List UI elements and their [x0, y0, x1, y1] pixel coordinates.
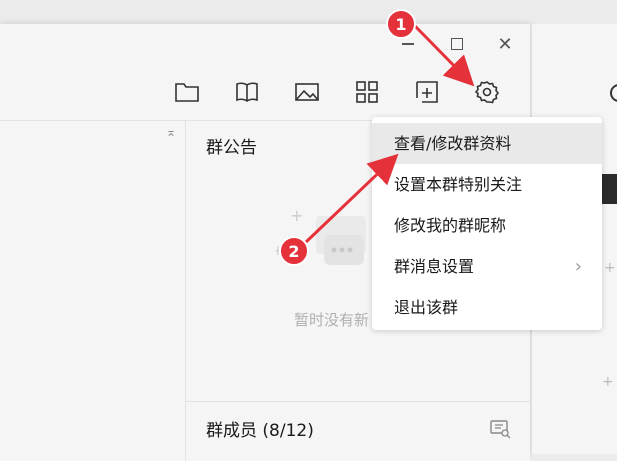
members-search-icon[interactable]	[490, 419, 512, 439]
add-button[interactable]	[413, 78, 441, 106]
menu-item-label: 设置本群特别关注	[394, 175, 523, 194]
menu-item-edit-nickname[interactable]: 修改我的群昵称	[372, 205, 602, 246]
folder-icon	[175, 83, 199, 102]
group-notice-title: 群公告	[206, 138, 257, 158]
annotation-badge-1: 1	[386, 9, 416, 39]
image-button[interactable]	[293, 78, 321, 106]
group-members-title: 群成员 (8/12)	[206, 421, 314, 441]
folder-button[interactable]	[173, 78, 201, 106]
minimize-icon	[402, 43, 414, 45]
collapse-icon[interactable]: ⌅	[166, 125, 176, 139]
menu-item-view-edit-group-info[interactable]: 查看/修改群资料	[372, 123, 602, 164]
menu-item-special-follow[interactable]: 设置本群特别关注	[372, 164, 602, 205]
dark-strip	[602, 174, 617, 204]
partial-gear-icon	[610, 84, 617, 102]
group-context-menu: 查看/修改群资料 设置本群特别关注 修改我的群昵称 群消息设置 › 退出该群	[372, 117, 602, 330]
plus-icon: +	[604, 260, 616, 276]
close-button[interactable]: ✕	[495, 33, 515, 55]
image-icon	[295, 83, 319, 101]
book-icon	[236, 82, 258, 102]
plus-icon: +	[602, 374, 614, 390]
menu-item-label: 群消息设置	[394, 257, 475, 276]
menu-item-label: 修改我的群昵称	[394, 216, 507, 235]
close-icon: ✕	[497, 33, 513, 55]
grid-apps-icon	[356, 81, 378, 103]
annotation-badge-2: 2	[279, 236, 309, 266]
add-frame-icon	[416, 81, 438, 103]
menu-item-label: 查看/修改群资料	[394, 134, 512, 153]
chevron-right-icon: ›	[574, 256, 582, 277]
chat-area: ⌅	[0, 121, 185, 461]
menu-item-message-settings[interactable]: 群消息设置 ›	[372, 246, 602, 287]
svg-text:+: +	[290, 206, 303, 225]
settings-button[interactable]	[473, 78, 501, 106]
members-divider	[186, 401, 530, 402]
empty-notice-text: 暂时没有新	[294, 311, 370, 329]
book-button[interactable]	[233, 78, 261, 106]
maximize-icon	[451, 38, 463, 50]
apps-button[interactable]	[353, 78, 381, 106]
settings-gear-icon	[474, 81, 500, 104]
menu-item-label: 退出该群	[394, 298, 459, 317]
maximize-button[interactable]	[447, 34, 467, 54]
menu-item-exit-group[interactable]: 退出该群	[372, 287, 602, 328]
